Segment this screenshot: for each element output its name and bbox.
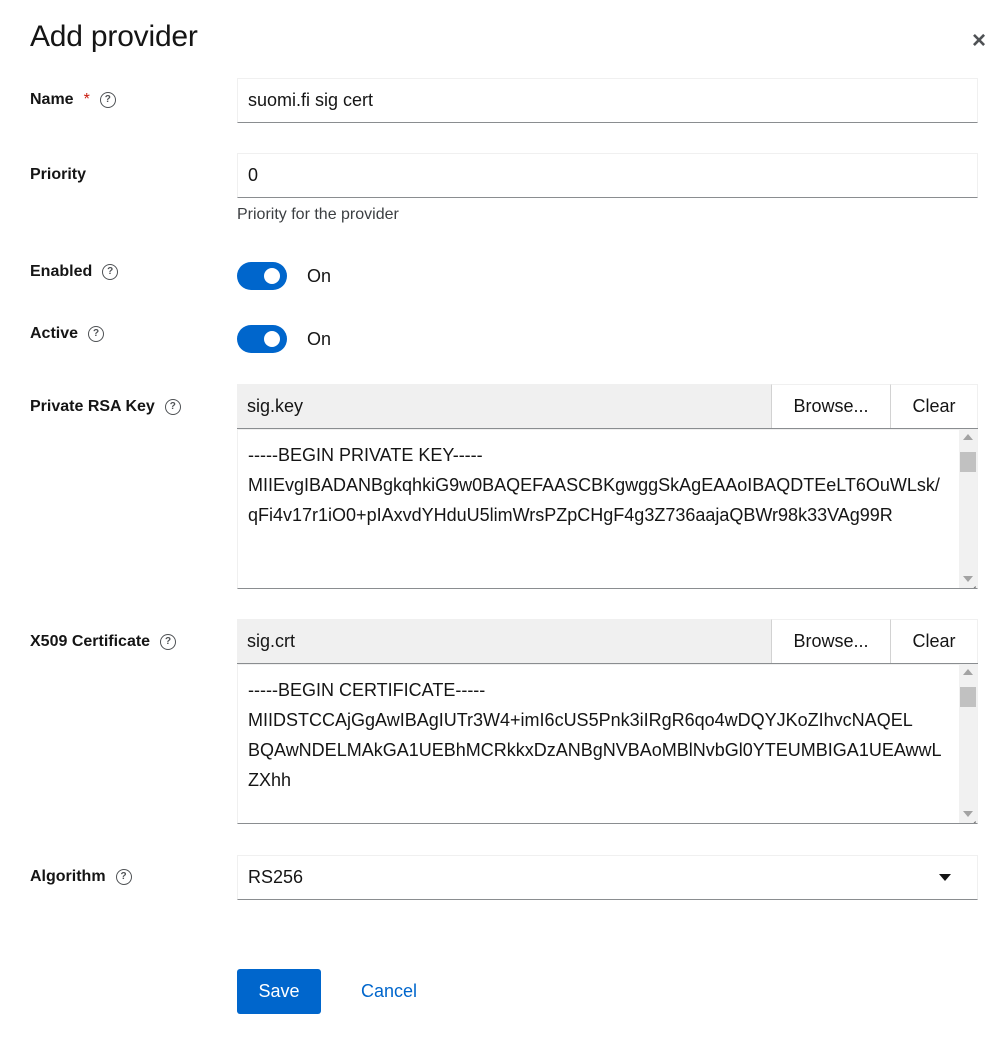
scrollbar[interactable]	[959, 665, 977, 823]
priority-input[interactable]: 0	[237, 153, 978, 198]
algorithm-select[interactable]: RS256	[237, 855, 978, 900]
required-mark: *	[83, 91, 90, 108]
algorithm-label: Algorithm	[30, 868, 106, 885]
priority-label-row: Priority	[30, 166, 86, 184]
certificate-clear-button[interactable]: Clear	[890, 619, 978, 663]
help-icon[interactable]: ?	[88, 326, 105, 342]
enabled-state-label: On	[307, 266, 332, 286]
help-icon[interactable]: ?	[164, 399, 181, 415]
active-label: Active	[30, 325, 79, 342]
priority-label: Priority	[30, 166, 87, 183]
name-label: Name	[30, 91, 74, 108]
help-icon[interactable]: ?	[115, 869, 132, 885]
scroll-thumb[interactable]	[960, 452, 976, 472]
toggle-knob	[264, 331, 280, 347]
algorithm-label-row: Algorithm ?	[30, 868, 132, 886]
help-icon[interactable]: ?	[160, 634, 177, 650]
certificate-label-row: X509 Certificate ?	[30, 633, 177, 651]
private-key-content: -----BEGIN PRIVATE KEY----- MIIEvgIBADAN…	[248, 445, 940, 525]
name-label-row: Name * ?	[30, 91, 116, 109]
priority-input-value: 0	[248, 165, 259, 185]
certificate-browse-button[interactable]: Browse...	[771, 619, 890, 663]
scroll-thumb[interactable]	[960, 687, 976, 707]
scrollbar[interactable]	[959, 430, 977, 588]
private-key-label-row: Private RSA Key ?	[30, 398, 181, 416]
enabled-label: Enabled	[30, 263, 93, 280]
close-icon[interactable]: ×	[968, 29, 990, 53]
save-button[interactable]: Save	[237, 969, 321, 1014]
certificate-content: -----BEGIN CERTIFICATE----- MIIDSTCCAjGg…	[248, 680, 942, 790]
caret-down-icon	[939, 874, 951, 881]
help-icon[interactable]: ?	[102, 264, 119, 280]
active-label-row: Active ?	[30, 325, 105, 343]
resize-handle-icon[interactable]	[966, 577, 976, 587]
priority-helper-text: Priority for the provider	[237, 206, 399, 223]
dialog-title: Add provider	[30, 20, 198, 53]
name-input[interactable]: suomi.fi sig cert	[237, 78, 978, 123]
certificate-textarea[interactable]: -----BEGIN CERTIFICATE----- MIIDSTCCAjGg…	[237, 664, 978, 824]
resize-handle-icon[interactable]	[966, 812, 976, 822]
scroll-up-arrow-icon[interactable]	[963, 434, 973, 440]
enabled-label-row: Enabled ?	[30, 263, 119, 281]
private-key-filename: sig.key	[237, 384, 771, 428]
private-key-browse-button[interactable]: Browse...	[771, 384, 890, 428]
certificate-filename: sig.crt	[237, 619, 771, 663]
toggle-knob	[264, 268, 280, 284]
active-state-label: On	[307, 329, 332, 349]
certificate-label: X509 Certificate	[30, 633, 151, 650]
enabled-toggle[interactable]	[237, 262, 287, 290]
help-icon[interactable]: ?	[99, 92, 116, 108]
private-key-file-upload: sig.key Browse... Clear	[237, 384, 978, 429]
private-key-textarea[interactable]: -----BEGIN PRIVATE KEY----- MIIEvgIBADAN…	[237, 429, 978, 589]
private-key-clear-button[interactable]: Clear	[890, 384, 978, 428]
private-key-label: Private RSA Key	[30, 398, 155, 415]
name-input-value: suomi.fi sig cert	[248, 90, 374, 110]
certificate-file-upload: sig.crt Browse... Clear	[237, 619, 978, 664]
algorithm-selected-value: RS256	[248, 867, 304, 887]
cancel-button[interactable]: Cancel	[361, 969, 417, 1014]
active-toggle[interactable]	[237, 325, 287, 353]
scroll-up-arrow-icon[interactable]	[963, 669, 973, 675]
